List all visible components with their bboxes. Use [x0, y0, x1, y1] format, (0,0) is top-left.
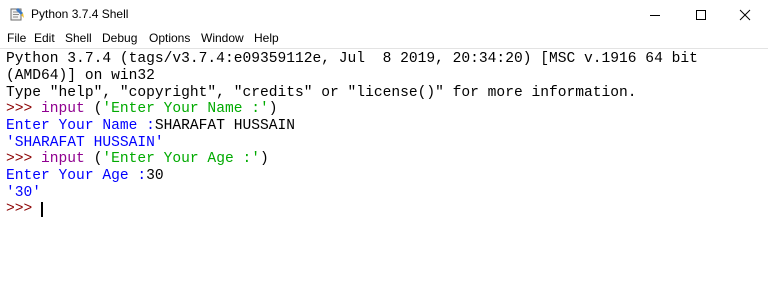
maximize-icon: [696, 9, 706, 20]
builtin-function: input: [41, 101, 85, 117]
user-input-text: 30: [146, 168, 164, 184]
menu-options[interactable]: Options: [149, 31, 190, 45]
paren-close: ): [259, 151, 269, 167]
builtin-function: input: [41, 151, 85, 167]
command-line-2: >>> input ('Enter Your Age :'): [6, 151, 269, 168]
banner-line-2: (AMD64)] on win32: [6, 68, 155, 84]
maximize-button[interactable]: [678, 0, 724, 29]
command-line-3: >>>: [6, 201, 41, 218]
command-line-1: >>> input ('Enter Your Name :'): [6, 101, 278, 118]
menu-edit[interactable]: Edit: [34, 31, 55, 45]
string-literal: 'Enter Your Name :': [102, 101, 269, 117]
menu-shell[interactable]: Shell: [65, 31, 92, 45]
stdout-line-2: Enter Your Age :30: [6, 168, 164, 185]
paren-open: (: [84, 101, 103, 117]
shell-text-area[interactable]: Python 3.7.4 (tags/v3.7.4:e09359112e, Ju…: [0, 48, 768, 306]
menu-file[interactable]: File: [7, 31, 26, 45]
banner-line-3: Type "help", "copyright", "credits" or "…: [6, 85, 637, 101]
menu-window[interactable]: Window: [201, 31, 244, 45]
text-cursor: [41, 202, 43, 217]
result-line-1: 'SHARAFAT HUSSAIN': [6, 135, 164, 151]
banner-line-1: Python 3.7.4 (tags/v3.7.4:e09359112e, Ju…: [6, 51, 698, 67]
menu-bar: File Edit Shell Debug Options Window Hel…: [0, 29, 768, 48]
stdout-line-1: Enter Your Name :SHARAFAT HUSSAIN: [6, 118, 295, 135]
shell-prompt: >>>: [6, 151, 42, 167]
window-title: Python 3.7.4 Shell: [31, 7, 129, 21]
stdout-prompt-text: Enter Your Age :: [6, 168, 147, 184]
minimize-button[interactable]: [632, 0, 678, 29]
shell-prompt: >>>: [6, 101, 42, 117]
title-bar: Python 3.7.4 Shell: [0, 0, 768, 29]
result-line-2: '30': [6, 185, 42, 201]
close-button[interactable]: [722, 0, 768, 29]
minimize-icon: [650, 14, 660, 16]
user-input-text: SHARAFAT HUSSAIN: [154, 118, 296, 134]
shell-prompt: >>>: [6, 201, 42, 217]
python-idle-icon: [9, 6, 25, 22]
paren-close: ): [268, 101, 278, 117]
menu-debug[interactable]: Debug: [102, 31, 137, 45]
close-icon: [739, 9, 751, 20]
string-literal: 'Enter Your Age :': [102, 151, 260, 167]
stdout-prompt-text: Enter Your Name :: [6, 118, 155, 134]
paren-open: (: [84, 151, 103, 167]
menu-help[interactable]: Help: [254, 31, 279, 45]
